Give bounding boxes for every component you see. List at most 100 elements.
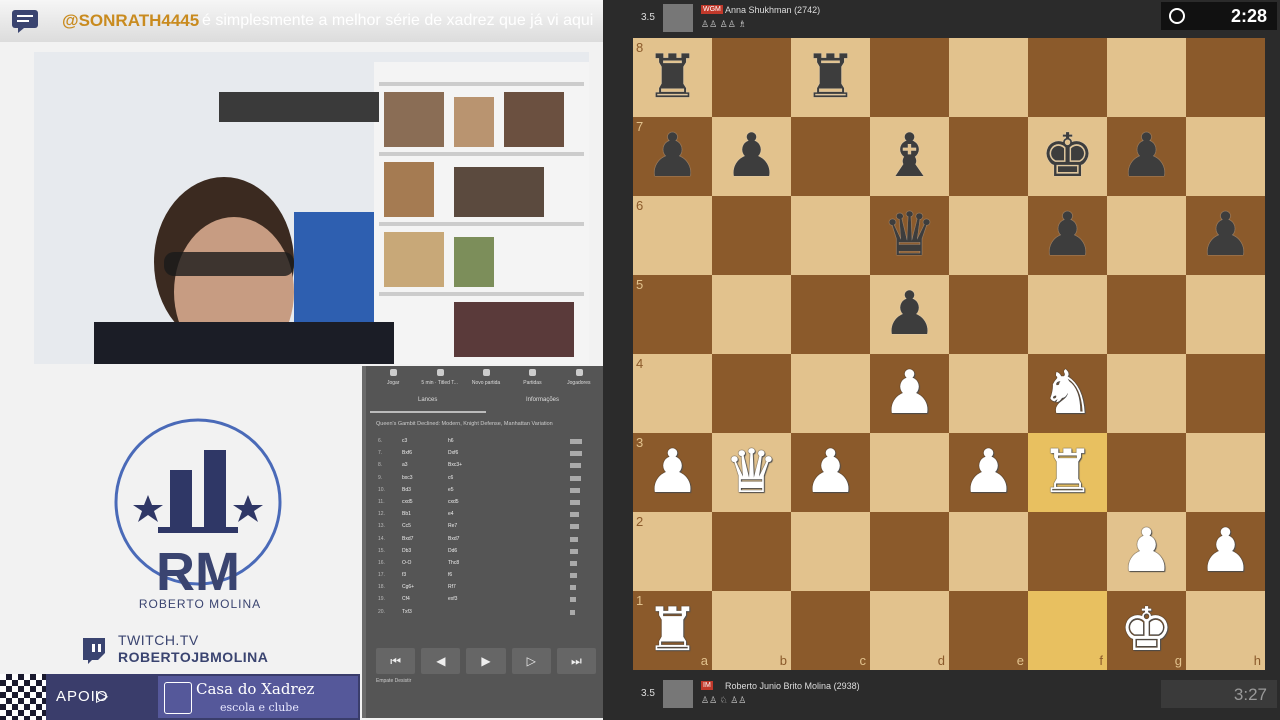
black-move[interactable]: h6 [448,438,454,444]
square-g2[interactable]: ♟ [1107,512,1186,591]
square-f4[interactable]: ♞ [1028,354,1107,433]
nav-play[interactable]: Jogar [370,366,416,390]
square-b5[interactable] [712,275,791,354]
white-move[interactable]: Cf4 [402,596,410,602]
black-move[interactable]: Re7 [448,523,457,529]
white-move[interactable]: Cg6+ [402,584,414,590]
square-b6[interactable] [712,196,791,275]
black-move[interactable]: Bxd7 [448,536,459,542]
square-d4[interactable]: ♟ [870,354,949,433]
square-e6[interactable] [949,196,1028,275]
white-move[interactable]: Bxf6 [402,450,412,456]
black-pawn-icon[interactable]: ♟ [1028,196,1107,275]
square-c3[interactable]: ♟ [791,433,870,512]
white-pawn-icon[interactable]: ♟ [791,433,870,512]
black-move[interactable]: e4 [448,511,454,517]
black-king-icon[interactable]: ♚ [1028,117,1107,196]
square-f1[interactable]: f [1028,591,1107,670]
move-row[interactable]: 6. c3 h6 [374,436,594,448]
square-h5[interactable] [1186,275,1265,354]
white-move[interactable]: O-O [402,560,411,566]
square-d1[interactable]: d [870,591,949,670]
square-c5[interactable] [791,275,870,354]
tab-info[interactable]: Informações [526,397,559,403]
square-h3[interactable] [1186,433,1265,512]
move-row[interactable]: 12. Bb1 e4 [374,509,594,521]
move-row[interactable]: 14. Bxd7 Bxd7 [374,534,594,546]
square-d6[interactable]: ♛ [870,196,949,275]
square-a1[interactable]: 1 a ♜ [633,591,712,670]
white-pawn-icon[interactable]: ♟ [1107,512,1186,591]
square-c4[interactable] [791,354,870,433]
move-row[interactable]: 11. cxd5 cxd5 [374,497,594,509]
white-move[interactable]: Cc5 [402,523,411,529]
black-move[interactable]: e5 [448,487,454,493]
black-move[interactable]: Bxc3+ [448,462,462,468]
nav-games[interactable]: Partidas [509,366,555,390]
square-b3[interactable]: ♛ [712,433,791,512]
move-row[interactable]: 19. Cf4 exf3 [374,594,594,606]
square-c2[interactable] [791,512,870,591]
prev-move-button[interactable]: ◀ [421,648,461,674]
square-g8[interactable] [1107,38,1186,117]
square-g6[interactable] [1107,196,1186,275]
square-h1[interactable]: h [1186,591,1265,670]
white-queen-icon[interactable]: ♛ [712,433,791,512]
square-f8[interactable] [1028,38,1107,117]
square-c8[interactable]: ♜ [791,38,870,117]
move-row[interactable]: 18. Cg6+ Rf7 [374,582,594,594]
nav-time-control[interactable]: 5 min · Titled T... [416,366,462,390]
square-g4[interactable] [1107,354,1186,433]
square-d7[interactable]: ♝ [870,117,949,196]
square-b1[interactable]: b [712,591,791,670]
square-f5[interactable] [1028,275,1107,354]
white-knight-icon[interactable]: ♞ [1028,354,1107,433]
square-a2[interactable]: 2 [633,512,712,591]
black-move[interactable]: Thc8 [448,560,459,566]
white-move[interactable]: c3 [402,438,407,444]
square-f3[interactable]: ♜ [1028,433,1107,512]
square-g1[interactable]: g ♚ [1107,591,1186,670]
black-move[interactable]: Dd6 [448,548,457,554]
tab-moves[interactable]: Lances [418,397,437,403]
white-king-icon[interactable]: ♚ [1107,591,1186,670]
black-move[interactable]: Rf7 [448,584,456,590]
black-pawn-icon[interactable]: ♟ [633,117,712,196]
white-rook-icon[interactable]: ♜ [633,591,712,670]
square-h8[interactable] [1186,38,1265,117]
black-bishop-icon[interactable]: ♝ [870,117,949,196]
white-move[interactable]: f3 [402,572,406,578]
square-c7[interactable] [791,117,870,196]
white-rook-icon[interactable]: ♜ [1028,433,1107,512]
white-move[interactable]: bxc3 [402,475,413,481]
square-b4[interactable] [712,354,791,433]
square-f2[interactable] [1028,512,1107,591]
move-row[interactable]: 17. f3 f6 [374,570,594,582]
square-e3[interactable]: ♟ [949,433,1028,512]
square-e7[interactable] [949,117,1028,196]
move-row[interactable]: 15. Db3 Dd6 [374,546,594,558]
square-a4[interactable]: 4 [633,354,712,433]
square-d8[interactable] [870,38,949,117]
move-row[interactable]: 20. Txf3 [374,607,594,619]
white-move[interactable]: a3 [402,462,408,468]
black-move[interactable]: Dxf6 [448,450,458,456]
square-c6[interactable] [791,196,870,275]
play-button[interactable]: ▶ [466,648,506,674]
square-f6[interactable]: ♟ [1028,196,1107,275]
white-pawn-icon[interactable]: ♟ [870,354,949,433]
black-pawn-icon[interactable]: ♟ [712,117,791,196]
square-d5[interactable]: ♟ [870,275,949,354]
white-move[interactable]: cxd5 [402,499,413,505]
black-move[interactable]: exf3 [448,596,457,602]
square-b2[interactable] [712,512,791,591]
next-move-button[interactable]: ▷ [511,648,551,674]
square-h7[interactable] [1186,117,1265,196]
black-move[interactable]: c6 [448,475,453,481]
square-e2[interactable] [949,512,1028,591]
square-e1[interactable]: e [949,591,1028,670]
square-h6[interactable]: ♟ [1186,196,1265,275]
first-move-button[interactable]: ⏮ [376,648,416,674]
white-pawn-icon[interactable]: ♟ [1186,512,1265,591]
square-a3[interactable]: 3 ♟ [633,433,712,512]
